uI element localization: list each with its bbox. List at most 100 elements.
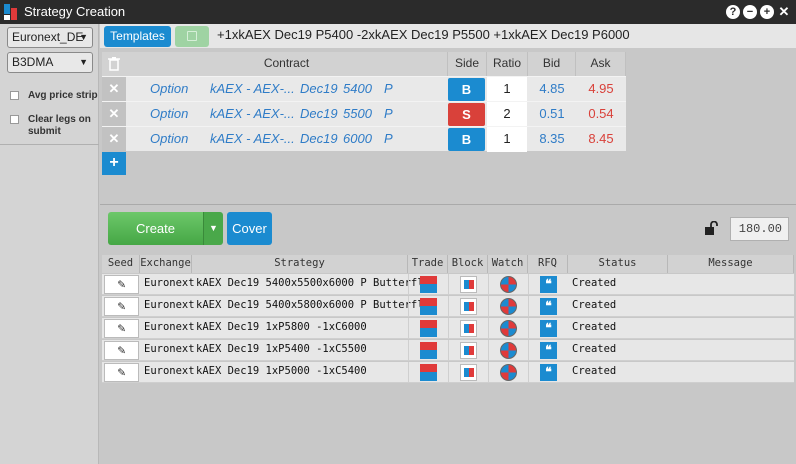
seed-pencil-icon[interactable]: ✎: [104, 319, 139, 338]
trade-icon[interactable]: [420, 298, 437, 315]
header-bid: Bid: [528, 52, 576, 76]
leg-put-call: P: [384, 106, 393, 121]
leg-type: Option: [150, 106, 189, 121]
minimize-icon[interactable]: −: [743, 5, 757, 19]
row-exchange: Euronext: [144, 365, 195, 377]
unlock-icon[interactable]: [704, 220, 720, 235]
header-strategy: Strategy: [192, 255, 408, 273]
quantity-input[interactable]: 180.00: [730, 217, 789, 241]
clear-legs-checkbox[interactable]: [10, 115, 19, 124]
rfq-icon[interactable]: ❝: [540, 320, 557, 337]
header-seed: Seed: [102, 255, 140, 273]
watch-cell: [488, 362, 528, 383]
leg-put-call: P: [384, 131, 393, 146]
row-exchange: Euronext: [144, 321, 195, 333]
header-trade: Trade: [408, 255, 448, 273]
trade-cell: [408, 274, 448, 295]
seed-pencil-icon[interactable]: ✎: [104, 275, 139, 294]
leg-product: kAEX - AEX-...: [210, 81, 295, 96]
trade-cell: [408, 340, 448, 361]
block-icon[interactable]: [460, 276, 477, 293]
row-strategy: kAEX Dec19 1xP5400 -1xC5500: [196, 343, 367, 355]
row-status: Created: [572, 321, 617, 333]
leg-row: ✕ Option kAEX - AEX-... Dec19 6000 P B 1…: [102, 126, 626, 152]
title-bar: Strategy Creation ? − + ✕: [0, 0, 796, 24]
rfq-icon[interactable]: ❝: [540, 364, 557, 381]
header-message: Message: [668, 255, 794, 273]
watch-cell: [488, 296, 528, 317]
leg-side-toggle[interactable]: S: [448, 103, 485, 126]
section-divider: [100, 204, 796, 205]
block-icon[interactable]: [460, 320, 477, 337]
help-icon[interactable]: ?: [726, 5, 740, 19]
seed-pencil-icon[interactable]: ✎: [104, 341, 139, 360]
leg-expiry: Dec19: [300, 106, 338, 121]
block-icon[interactable]: [460, 342, 477, 359]
leg-product: kAEX - AEX-...: [210, 106, 295, 121]
trade-icon[interactable]: [420, 342, 437, 359]
maximize-icon[interactable]: +: [760, 5, 774, 19]
watch-icon[interactable]: [500, 364, 517, 381]
add-leg-button[interactable]: +: [102, 152, 126, 175]
watch-cell: [488, 340, 528, 361]
leg-row: ✕ Option kAEX - AEX-... Dec19 5400 P B 1…: [102, 76, 626, 102]
create-button[interactable]: Create: [108, 212, 203, 245]
block-cell: [448, 318, 488, 339]
header-watch: Watch: [488, 255, 528, 273]
rfq-cell: ❝: [528, 362, 568, 383]
trade-icon[interactable]: [420, 276, 437, 293]
save-button[interactable]: [175, 26, 209, 47]
table-row: ✎ Euronext kAEX Dec19 5400x5800x6000 P B…: [102, 296, 794, 317]
trade-icon[interactable]: [420, 320, 437, 337]
rfq-icon[interactable]: ❝: [540, 342, 557, 359]
row-exchange: Euronext: [144, 343, 195, 355]
remove-leg-icon[interactable]: ✕: [102, 102, 126, 127]
watch-cell: [488, 274, 528, 295]
watch-icon[interactable]: [500, 298, 517, 315]
toolbar: Templates +1xkAEX Dec19 P5400 -2xkAEX De…: [100, 24, 796, 48]
header-ratio: Ratio: [487, 52, 528, 76]
leg-ask: 0.54: [588, 106, 614, 121]
row-status: Created: [572, 343, 617, 355]
exchange-select[interactable]: Euronext_DE ▼: [7, 27, 93, 48]
cover-button[interactable]: Cover: [227, 212, 272, 245]
leg-side-toggle[interactable]: B: [448, 78, 485, 101]
account-select[interactable]: B3DMA ▼: [7, 52, 93, 73]
clear-legs-label: Clear legs on submit: [28, 114, 91, 137]
block-cell: [448, 296, 488, 317]
leg-type: Option: [150, 81, 189, 96]
leg-ratio-input[interactable]: 1: [487, 77, 527, 102]
row-exchange: Euronext: [144, 299, 195, 311]
watch-icon[interactable]: [500, 276, 517, 293]
leg-ratio-input[interactable]: 1: [487, 127, 527, 152]
leg-strike: 6000: [343, 131, 372, 146]
leg-strike: 5400: [343, 81, 372, 96]
table-row: ✎ Euronext kAEX Dec19 1xP5800 -1xC6000 ❝…: [102, 318, 794, 339]
window-title: Strategy Creation: [24, 4, 126, 19]
block-cell: [448, 362, 488, 383]
avg-price-strip-checkbox[interactable]: [10, 91, 19, 100]
remove-leg-icon[interactable]: ✕: [102, 127, 126, 152]
rfq-cell: ❝: [528, 340, 568, 361]
seed-pencil-icon[interactable]: ✎: [104, 363, 139, 382]
watch-icon[interactable]: [500, 342, 517, 359]
trade-icon[interactable]: [420, 364, 437, 381]
watch-icon[interactable]: [500, 320, 517, 337]
header-status: Status: [568, 255, 668, 273]
leg-row: ✕ Option kAEX - AEX-... Dec19 5500 P S 2…: [102, 101, 626, 127]
rfq-icon[interactable]: ❝: [540, 276, 557, 293]
seed-pencil-icon[interactable]: ✎: [104, 297, 139, 316]
leg-ask: 8.45: [588, 131, 614, 146]
row-exchange: Euronext: [144, 277, 195, 289]
remove-leg-icon[interactable]: ✕: [102, 77, 126, 102]
leg-ratio-input[interactable]: 2: [487, 102, 527, 127]
trash-icon[interactable]: [102, 52, 126, 76]
rfq-icon[interactable]: ❝: [540, 298, 557, 315]
block-icon[interactable]: [460, 364, 477, 381]
leg-side-toggle[interactable]: B: [448, 128, 485, 151]
leg-expiry: Dec19: [300, 131, 338, 146]
templates-button[interactable]: Templates: [104, 26, 171, 47]
close-icon[interactable]: ✕: [777, 5, 791, 19]
create-dropdown-icon[interactable]: ▼: [203, 212, 223, 245]
block-icon[interactable]: [460, 298, 477, 315]
